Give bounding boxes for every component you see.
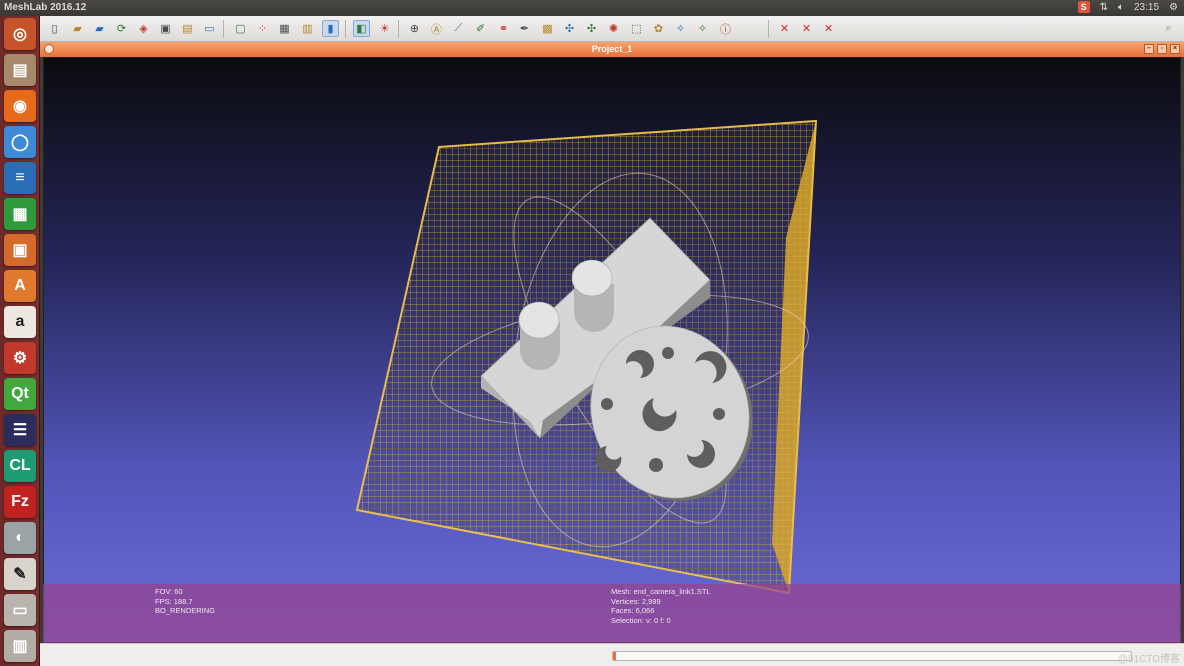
fov-readout: FOV: 60 [155, 587, 183, 596]
meshlab-icon[interactable]: ◐ [4, 522, 36, 554]
faces-readout: Faces: 6,066 [611, 606, 655, 615]
system-settings-icon[interactable]: ⚙ [4, 342, 36, 374]
status-bar: @51CTO博客 [40, 643, 1184, 666]
smooth-icon[interactable]: ◧ [353, 20, 370, 37]
points-icon[interactable]: ⁘ [254, 20, 271, 37]
trash-icon[interactable]: ▥ [4, 630, 36, 662]
trackball-icon[interactable]: ⊕ [406, 20, 423, 37]
reload-icon[interactable]: ⟳ [113, 20, 130, 37]
close-button[interactable]: × [1170, 44, 1180, 54]
mdi-window-titlebar[interactable]: Project_1 – ▫ × [40, 42, 1184, 57]
3d-viewport[interactable] [43, 57, 1181, 643]
hdd-icon[interactable]: ▭ [201, 20, 218, 37]
filezilla-icon[interactable]: Fz [4, 486, 36, 518]
layer-icon[interactable]: ▤ [179, 20, 196, 37]
edit-reference-icon[interactable]: ✧ [694, 20, 711, 37]
render-mode-readout: BO_RENDERING [155, 606, 216, 615]
delete-vertices-icon[interactable]: ✕ [798, 20, 815, 37]
viewport-info-overlay: FOV: 60 FPS: 188.7 BO_RENDERING Mesh: en… [43, 584, 1181, 643]
select-component-icon[interactable]: ⬚ [628, 20, 645, 37]
wireframe-icon[interactable]: ▦ [276, 20, 293, 37]
ubuntu-dash-icon[interactable]: ◎ [4, 18, 36, 50]
select-vertices-icon[interactable]: ✣ [583, 20, 600, 37]
settings-gear-icon[interactable]: ⚙ [1169, 2, 1178, 13]
georef-icon[interactable]: ✺ [605, 20, 622, 37]
flat-lines-icon[interactable]: ▥ [299, 20, 316, 37]
lighting-icon[interactable]: ☀ [376, 20, 393, 37]
text-editor-icon[interactable]: ✎ [4, 558, 36, 590]
system-menubar: MeshLab 2016.12 S ⇅ 🔈︎ 23:15 ⚙ [0, 0, 1184, 16]
delete-all-icon[interactable]: ✕ [820, 20, 837, 37]
watermark: @51CTO博客 [1117, 654, 1180, 665]
open-project-icon[interactable]: ▰ [69, 20, 86, 37]
import-mesh-icon[interactable]: ▰ [91, 20, 108, 37]
launcher: ◎ ▤ ◉ ◯ ≡ ▦ ▣ Aa ⚙ Qt ☰ CL Fz ◐ ✎ ▭ ▥ [0, 16, 40, 666]
scene-render [355, 119, 818, 595]
snapshot-icon[interactable]: ▣ [157, 20, 174, 37]
clock[interactable]: 23:15 [1134, 2, 1159, 13]
input-method-icon[interactable]: S [1077, 1, 1090, 13]
export-mesh-icon[interactable]: ◈ [135, 20, 152, 37]
network-icon[interactable]: ⇅ [1100, 2, 1108, 13]
writer-icon[interactable]: ≡ [4, 162, 36, 194]
drive-icon[interactable]: ▭ [4, 594, 36, 626]
volume-icon[interactable]: 🔈︎ [1118, 2, 1124, 13]
mesh-name-readout: Mesh: end_camera_link1.STL [611, 587, 711, 596]
toolbar-separator [768, 20, 769, 38]
brush-icon[interactable]: ✒ [516, 20, 533, 37]
selection-readout: Selection: v: 0 f: 0 [611, 615, 671, 625]
progress-bar [612, 651, 1132, 661]
firefox-icon[interactable]: ◉ [4, 90, 36, 122]
qt-creator-icon[interactable]: Qt [4, 378, 36, 410]
search-icon[interactable]: ⌕ [1160, 20, 1177, 37]
clion-icon[interactable]: CL [4, 450, 36, 482]
restore-button[interactable]: ▫ [1157, 44, 1167, 54]
fps-readout: FPS: 188.7 [155, 596, 193, 606]
new-project-icon[interactable]: ▯ [46, 20, 63, 37]
measure-icon[interactable]: ⟋ [450, 20, 467, 37]
calc-icon[interactable]: ▦ [4, 198, 36, 230]
window-menu-icon[interactable] [44, 44, 54, 54]
toolbar-separator [345, 20, 346, 38]
toolbar-separator [223, 20, 224, 38]
info-icon[interactable]: ⓘ [717, 20, 734, 37]
system-tray: S ⇅ 🔈︎ 23:15 ⚙ [1077, 1, 1178, 13]
amazon-icon[interactable]: a [4, 306, 36, 338]
select-faces-icon[interactable]: ✣ [561, 20, 578, 37]
app-title: MeshLab 2016.12 [4, 2, 87, 13]
window-title: Project_1 [591, 44, 633, 54]
toolbar-separator [398, 20, 399, 38]
progress-fill [613, 652, 616, 660]
delete-faces-icon[interactable]: ✕ [776, 20, 793, 37]
files-icon[interactable]: ▤ [4, 54, 36, 86]
annotation-icon[interactable]: Ⓐ [428, 20, 445, 37]
bbox-icon[interactable]: ▢ [232, 20, 249, 37]
chromium-icon[interactable]: ◯ [4, 126, 36, 158]
paint-icon[interactable]: ✐ [472, 20, 489, 37]
minimize-button[interactable]: – [1144, 44, 1154, 54]
connected-select-icon[interactable]: ✿ [650, 20, 667, 37]
vertices-readout: Vertices: 2,999 [611, 596, 661, 606]
flat-icon[interactable]: ▮ [322, 20, 339, 37]
align-icon[interactable]: ⚭ [495, 20, 512, 37]
main-toolbar: ⌕ ▯ ▰ ▰ ⟳ ◈ ▣ ▤ ▭ ▢ ⁘ ▦ ▥ ▮ ◧ ☀ ⊕ Ⓐ ⟋ ✐ ⚭ ✒ ▩ ✣ ✣ ✺ ⬚ ✿ ✧ ✧ ⓘ ✕ ✕ ✕ [40, 16, 1184, 42]
eclipse-icon[interactable]: ☰ [4, 414, 36, 446]
pick-points-icon[interactable]: ✧ [672, 20, 689, 37]
impress-icon[interactable]: ▣ [4, 234, 36, 266]
software-center-icon[interactable]: A [4, 270, 36, 302]
raster-icon[interactable]: ▩ [539, 20, 556, 37]
